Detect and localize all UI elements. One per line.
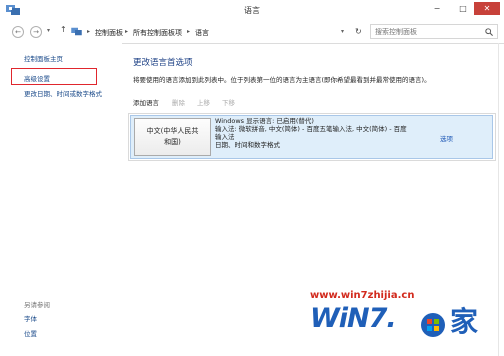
- remove-button[interactable]: 删除: [172, 97, 185, 107]
- language-name-line1: 中文(中华人民共: [146, 127, 199, 135]
- address-dropdown-icon[interactable]: ▾: [341, 28, 344, 35]
- language-input-methods-cont: 输入法: [215, 133, 235, 141]
- title-bar: 语言 − □ ✕: [0, 0, 504, 22]
- move-down-button[interactable]: 下移: [222, 97, 235, 107]
- breadcrumb-separator-icon: ▸: [87, 28, 91, 35]
- language-list: 中文(中华人民共 和国) Windows 显示语言: 已启用(替代) 输入法: …: [128, 113, 496, 161]
- move-up-button[interactable]: 上移: [197, 97, 210, 107]
- control-panel-small-icon: [71, 27, 82, 36]
- language-toolbar: 添加语言 删除 上移 下移: [130, 95, 496, 109]
- language-details: Windows 显示语言: 已启用(替代) 输入法: 微软拼音, 中文(简体) …: [215, 117, 439, 149]
- close-button[interactable]: ✕: [474, 2, 500, 15]
- language-format: 日期、时间和数字格式: [215, 141, 280, 149]
- language-input-methods: 输入法: 微软拼音, 中文(简体) - 百度五笔输入法, 中文(简体) - 百度: [215, 125, 407, 133]
- sidebar: 控制面板主页 高级设置 更改日期、时间或数字格式 另请参阅 字体 位置: [0, 43, 122, 356]
- sidebar-link-home[interactable]: 控制面板主页: [24, 53, 63, 63]
- language-options-link[interactable]: 选项: [440, 133, 453, 143]
- breadcrumb: ▸ 控制面板 ▸ 所有控制面板项 ▸ 语言 ▾ ↻: [84, 24, 366, 39]
- crumb-control-panel[interactable]: 控制面板: [95, 28, 123, 38]
- crumb-language[interactable]: 语言: [195, 28, 209, 38]
- language-name-button[interactable]: 中文(中华人民共 和国): [134, 118, 211, 156]
- refresh-icon[interactable]: ↻: [355, 27, 362, 36]
- sidebar-link-fonts[interactable]: 字体: [24, 313, 37, 323]
- page-description: 将要使用的语言添加到此列表中。位于列表第一位的语言为主语言(即你希望最看到并最常…: [133, 76, 431, 84]
- language-name-line2: 和国): [164, 138, 181, 146]
- back-arrow-icon[interactable]: ←: [12, 26, 24, 38]
- crumb-all-items[interactable]: 所有控制面板项: [133, 28, 182, 38]
- sidebar-link-date-time[interactable]: 更改日期、时间或数字格式: [24, 88, 102, 98]
- language-row-zh-cn[interactable]: 中文(中华人民共 和国) Windows 显示语言: 已启用(替代) 输入法: …: [130, 115, 493, 159]
- forward-arrow-icon[interactable]: →: [30, 26, 42, 38]
- watermark-logo: WiN7.: [310, 303, 397, 334]
- search-box[interactable]: [370, 24, 498, 39]
- search-input[interactable]: [375, 26, 475, 37]
- address-bar: ← → ▾ ↑ ▸ 控制面板 ▸ 所有控制面板项 ▸ 语言 ▾ ↻: [0, 21, 504, 44]
- page-title: 更改语言首选项: [133, 58, 193, 68]
- site-watermark: www.win7zhijia.cn WiN7. 家: [310, 290, 500, 346]
- search-icon[interactable]: [485, 28, 493, 36]
- recent-dropdown-icon[interactable]: ▾: [47, 27, 50, 34]
- minimize-button[interactable]: −: [429, 2, 445, 15]
- breadcrumb-separator-icon: ▸: [187, 28, 191, 35]
- watermark-url: www.win7zhijia.cn: [310, 290, 415, 301]
- watermark-cjk: 家: [450, 305, 479, 338]
- add-language-button[interactable]: 添加语言: [133, 97, 159, 107]
- up-arrow-icon[interactable]: ↑: [60, 25, 67, 34]
- windows-flag-icon: [421, 313, 445, 337]
- maximize-button[interactable]: □: [455, 2, 471, 15]
- see-also-heading: 另请参阅: [24, 301, 50, 309]
- sidebar-link-location[interactable]: 位置: [24, 328, 37, 338]
- language-display-status: Windows 显示语言: 已启用(替代): [215, 117, 314, 125]
- annotation-highlight-box: [11, 68, 97, 85]
- breadcrumb-separator-icon: ▸: [125, 28, 129, 35]
